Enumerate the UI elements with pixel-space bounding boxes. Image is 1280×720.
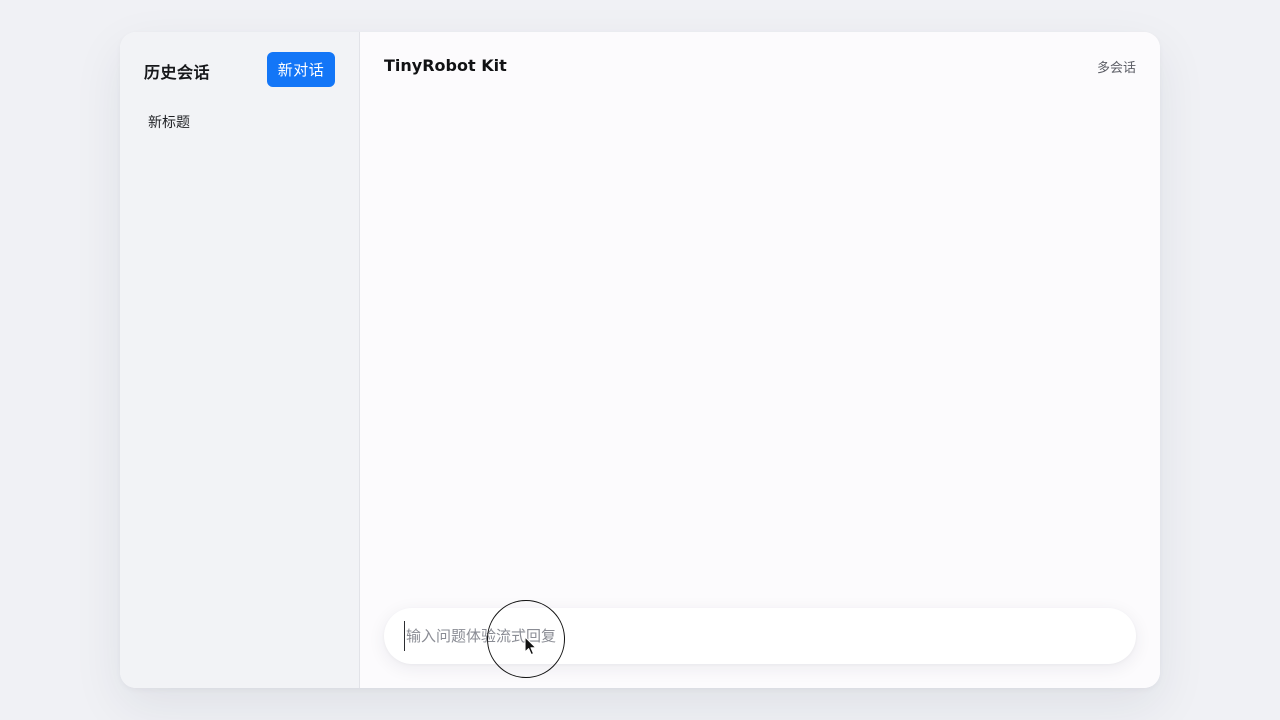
- chat-main-panel: TinyRobot Kit 多会话: [360, 32, 1160, 688]
- chat-app-window: 历史会话 新对话 新标题 TinyRobot Kit 多会话: [120, 32, 1160, 688]
- message-composer: [384, 608, 1136, 664]
- new-chat-button[interactable]: 新对话: [267, 52, 335, 87]
- history-list: 新标题: [136, 108, 341, 138]
- history-sidebar: 历史会话 新对话 新标题: [120, 32, 360, 688]
- desktop-background: 历史会话 新对话 新标题 TinyRobot Kit 多会话: [0, 0, 1280, 720]
- multi-session-toggle[interactable]: 多会话: [1097, 57, 1136, 76]
- app-title: TinyRobot Kit: [384, 56, 507, 75]
- history-title: 历史会话: [144, 63, 211, 82]
- history-item[interactable]: 新标题: [136, 108, 341, 138]
- message-input[interactable]: [404, 621, 1108, 651]
